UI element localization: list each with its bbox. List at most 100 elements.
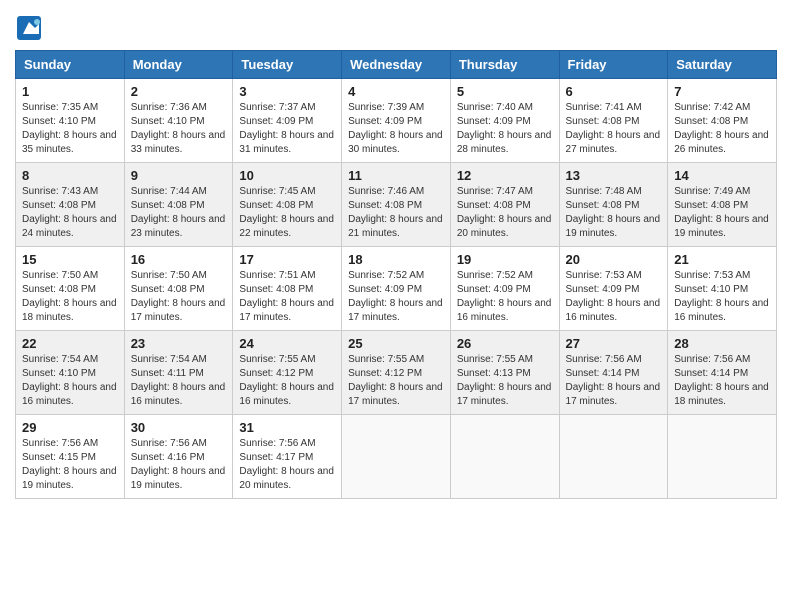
day-number: 15 xyxy=(22,252,118,267)
day-detail: Sunrise: 7:52 AMSunset: 4:09 PMDaylight:… xyxy=(348,269,444,325)
day-number: 14 xyxy=(674,168,770,183)
day-detail: Sunrise: 7:52 AMSunset: 4:09 PMDaylight:… xyxy=(457,269,553,325)
calendar-cell: 8 Sunrise: 7:43 AMSunset: 4:08 PMDaylight… xyxy=(16,163,125,247)
day-detail: Sunrise: 7:56 AMSunset: 4:16 PMDaylight:… xyxy=(131,437,227,493)
calendar-cell: 7 Sunrise: 7:42 AMSunset: 4:08 PMDaylight… xyxy=(668,79,777,163)
day-detail: Sunrise: 7:40 AMSunset: 4:09 PMDaylight:… xyxy=(457,101,553,157)
calendar-cell: 13 Sunrise: 7:48 AMSunset: 4:08 PMDayligh… xyxy=(559,163,668,247)
day-number: 4 xyxy=(348,84,444,99)
day-number: 1 xyxy=(22,84,118,99)
calendar-header-friday: Friday xyxy=(559,51,668,79)
calendar-cell: 29 Sunrise: 7:56 AMSunset: 4:15 PMDayligh… xyxy=(16,415,125,499)
day-detail: Sunrise: 7:56 AMSunset: 4:14 PMDaylight:… xyxy=(566,353,662,409)
calendar-cell: 23Sunrise: 7:54 AMSunset: 4:11 PMDayligh… xyxy=(124,331,233,415)
calendar-cell xyxy=(342,415,451,499)
day-detail: Sunrise: 7:43 AMSunset: 4:08 PMDaylight:… xyxy=(22,185,118,241)
day-number: 26 xyxy=(457,336,553,351)
calendar-cell: 5 Sunrise: 7:40 AMSunset: 4:09 PMDaylight… xyxy=(450,79,559,163)
calendar-cell: 24Sunrise: 7:55 AMSunset: 4:12 PMDayligh… xyxy=(233,331,342,415)
day-detail: Sunrise: 7:56 AMSunset: 4:15 PMDaylight:… xyxy=(22,437,118,493)
day-detail: Sunrise: 7:56 AMSunset: 4:14 PMDaylight:… xyxy=(674,353,770,409)
day-detail: Sunrise: 7:53 AMSunset: 4:09 PMDaylight:… xyxy=(566,269,662,325)
calendar-cell: 6 Sunrise: 7:41 AMSunset: 4:08 PMDaylight… xyxy=(559,79,668,163)
calendar-week-row: 15 Sunrise: 7:50 AMSunset: 4:08 PMDayligh… xyxy=(16,247,777,331)
calendar-cell: 3 Sunrise: 7:37 AMSunset: 4:09 PMDaylight… xyxy=(233,79,342,163)
day-detail: Sunrise: 7:55 AMSunset: 4:12 PMDaylight:… xyxy=(348,353,444,409)
calendar-cell: 14Sunrise: 7:49 AMSunset: 4:08 PMDayligh… xyxy=(668,163,777,247)
calendar-week-row: 8 Sunrise: 7:43 AMSunset: 4:08 PMDaylight… xyxy=(16,163,777,247)
day-number: 9 xyxy=(131,168,227,183)
calendar-header-wednesday: Wednesday xyxy=(342,51,451,79)
calendar-cell: 12Sunrise: 7:47 AMSunset: 4:08 PMDayligh… xyxy=(450,163,559,247)
day-detail: Sunrise: 7:55 AMSunset: 4:13 PMDaylight:… xyxy=(457,353,553,409)
day-number: 19 xyxy=(457,252,553,267)
calendar-cell: 17 Sunrise: 7:51 AMSunset: 4:08 PMDayligh… xyxy=(233,247,342,331)
calendar-week-row: 22Sunrise: 7:54 AMSunset: 4:10 PMDayligh… xyxy=(16,331,777,415)
calendar-header-tuesday: Tuesday xyxy=(233,51,342,79)
calendar-cell: 9 Sunrise: 7:44 AMSunset: 4:08 PMDaylight… xyxy=(124,163,233,247)
calendar-cell: 16 Sunrise: 7:50 AMSunset: 4:08 PMDayligh… xyxy=(124,247,233,331)
day-detail: Sunrise: 7:48 AMSunset: 4:08 PMDaylight:… xyxy=(566,185,662,241)
day-detail: Sunrise: 7:45 AMSunset: 4:08 PMDaylight:… xyxy=(239,185,335,241)
calendar-cell: 22Sunrise: 7:54 AMSunset: 4:10 PMDayligh… xyxy=(16,331,125,415)
day-detail: Sunrise: 7:37 AMSunset: 4:09 PMDaylight:… xyxy=(239,101,335,157)
day-detail: Sunrise: 7:50 AMSunset: 4:08 PMDaylight:… xyxy=(131,269,227,325)
calendar-cell: 18 Sunrise: 7:52 AMSunset: 4:09 PMDayligh… xyxy=(342,247,451,331)
day-number: 27 xyxy=(566,336,662,351)
calendar-table: SundayMondayTuesdayWednesdayThursdayFrid… xyxy=(15,50,777,499)
day-detail: Sunrise: 7:53 AMSunset: 4:10 PMDaylight:… xyxy=(674,269,770,325)
day-number: 3 xyxy=(239,84,335,99)
day-number: 28 xyxy=(674,336,770,351)
calendar-cell: 2 Sunrise: 7:36 AMSunset: 4:10 PMDaylight… xyxy=(124,79,233,163)
calendar-cell: 11 Sunrise: 7:46 AMSunset: 4:08 PMDayligh… xyxy=(342,163,451,247)
day-number: 20 xyxy=(566,252,662,267)
day-number: 2 xyxy=(131,84,227,99)
calendar-cell xyxy=(450,415,559,499)
day-number: 30 xyxy=(131,420,227,435)
calendar-header-row: SundayMondayTuesdayWednesdayThursdayFrid… xyxy=(16,51,777,79)
day-number: 13 xyxy=(566,168,662,183)
day-detail: Sunrise: 7:44 AMSunset: 4:08 PMDaylight:… xyxy=(131,185,227,241)
calendar-cell: 25 Sunrise: 7:55 AMSunset: 4:12 PMDayligh… xyxy=(342,331,451,415)
calendar-cell xyxy=(668,415,777,499)
day-number: 7 xyxy=(674,84,770,99)
day-number: 21 xyxy=(674,252,770,267)
day-detail: Sunrise: 7:56 AMSunset: 4:17 PMDaylight:… xyxy=(239,437,335,493)
day-detail: Sunrise: 7:39 AMSunset: 4:09 PMDaylight:… xyxy=(348,101,444,157)
calendar-header-sunday: Sunday xyxy=(16,51,125,79)
calendar-cell: 15 Sunrise: 7:50 AMSunset: 4:08 PMDayligh… xyxy=(16,247,125,331)
day-number: 25 xyxy=(348,336,444,351)
day-number: 5 xyxy=(457,84,553,99)
day-number: 16 xyxy=(131,252,227,267)
day-number: 12 xyxy=(457,168,553,183)
day-number: 18 xyxy=(348,252,444,267)
day-number: 29 xyxy=(22,420,118,435)
header xyxy=(15,10,777,42)
day-number: 31 xyxy=(239,420,335,435)
calendar-header-thursday: Thursday xyxy=(450,51,559,79)
calendar-week-row: 29 Sunrise: 7:56 AMSunset: 4:15 PMDayligh… xyxy=(16,415,777,499)
day-number: 11 xyxy=(348,168,444,183)
day-number: 8 xyxy=(22,168,118,183)
day-number: 6 xyxy=(566,84,662,99)
day-detail: Sunrise: 7:54 AMSunset: 4:10 PMDaylight:… xyxy=(22,353,118,409)
day-number: 24 xyxy=(239,336,335,351)
logo xyxy=(15,14,46,42)
day-detail: Sunrise: 7:50 AMSunset: 4:08 PMDaylight:… xyxy=(22,269,118,325)
day-number: 17 xyxy=(239,252,335,267)
day-number: 10 xyxy=(239,168,335,183)
calendar-cell: 4 Sunrise: 7:39 AMSunset: 4:09 PMDaylight… xyxy=(342,79,451,163)
calendar-cell: 30 Sunrise: 7:56 AMSunset: 4:16 PMDayligh… xyxy=(124,415,233,499)
day-detail: Sunrise: 7:36 AMSunset: 4:10 PMDaylight:… xyxy=(131,101,227,157)
calendar-cell: 27 Sunrise: 7:56 AMSunset: 4:14 PMDayligh… xyxy=(559,331,668,415)
day-detail: Sunrise: 7:46 AMSunset: 4:08 PMDaylight:… xyxy=(348,185,444,241)
calendar-cell: 20 Sunrise: 7:53 AMSunset: 4:09 PMDayligh… xyxy=(559,247,668,331)
calendar-cell: 1Sunrise: 7:35 AMSunset: 4:10 PMDaylight… xyxy=(16,79,125,163)
calendar-cell xyxy=(559,415,668,499)
day-detail: Sunrise: 7:42 AMSunset: 4:08 PMDaylight:… xyxy=(674,101,770,157)
calendar-cell: 26 Sunrise: 7:55 AMSunset: 4:13 PMDayligh… xyxy=(450,331,559,415)
day-detail: Sunrise: 7:54 AMSunset: 4:11 PMDaylight:… xyxy=(131,353,227,409)
calendar-week-row: 1Sunrise: 7:35 AMSunset: 4:10 PMDaylight… xyxy=(16,79,777,163)
day-detail: Sunrise: 7:41 AMSunset: 4:08 PMDaylight:… xyxy=(566,101,662,157)
day-detail: Sunrise: 7:51 AMSunset: 4:08 PMDaylight:… xyxy=(239,269,335,325)
